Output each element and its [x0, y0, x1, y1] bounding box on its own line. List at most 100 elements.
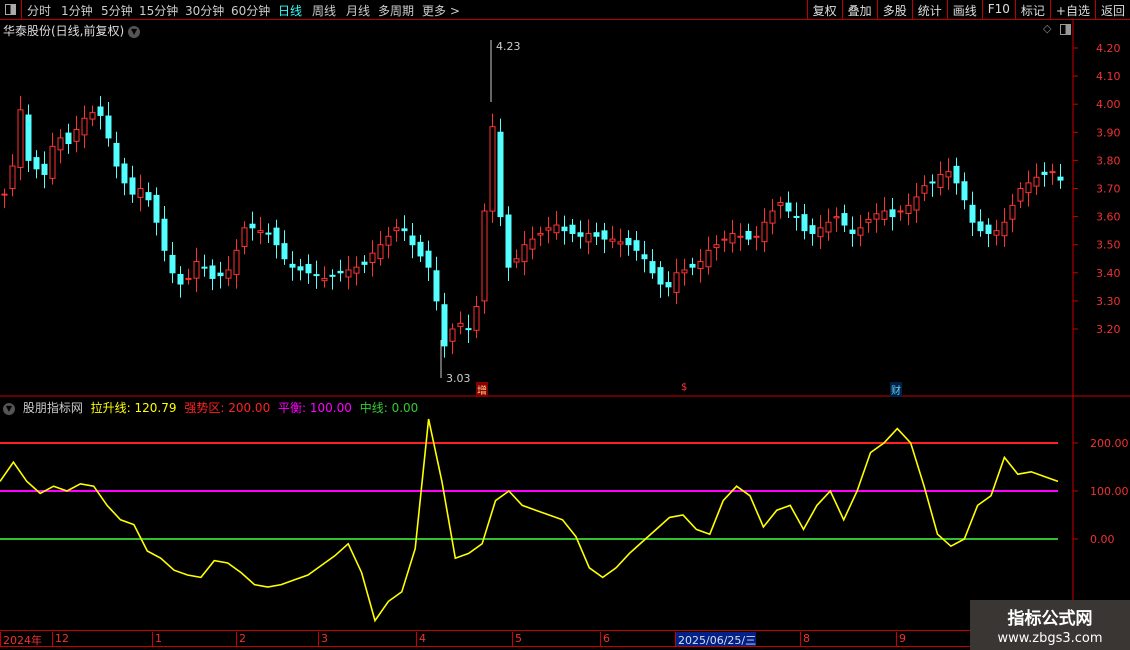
candle — [961, 181, 968, 201]
candle — [689, 263, 696, 268]
candle — [385, 235, 392, 246]
candle — [177, 273, 184, 285]
candle — [817, 227, 824, 238]
candle — [649, 261, 656, 274]
candle — [1041, 171, 1048, 175]
candle — [409, 235, 416, 246]
candle — [585, 232, 592, 243]
date-label: 12 — [52, 632, 69, 646]
candle — [577, 232, 584, 237]
date-label: 9 — [896, 632, 906, 646]
candle — [401, 228, 408, 232]
candle — [905, 204, 912, 214]
candle — [737, 235, 744, 238]
candle — [121, 163, 128, 184]
candle — [193, 261, 200, 279]
candle — [953, 165, 960, 184]
candle — [305, 263, 312, 274]
date-label: 6 — [600, 632, 610, 646]
candle — [313, 274, 320, 277]
candle — [225, 269, 232, 279]
chart-canvas[interactable]: 4.20 4.10 4.00 3.90 3.80 3.70 3.60 3.50 3.40 3.30… — [0, 0, 1130, 650]
candle — [641, 254, 648, 260]
candle — [521, 244, 528, 263]
event-marker-dollar[interactable]: $ — [680, 382, 688, 393]
candle — [553, 224, 560, 234]
candle — [1049, 171, 1056, 174]
candle — [609, 238, 616, 242]
candle — [1057, 176, 1064, 181]
candle — [81, 117, 88, 136]
candle — [721, 238, 728, 241]
candle — [73, 128, 80, 142]
candle — [937, 173, 944, 189]
candle — [257, 230, 264, 234]
candle — [665, 282, 672, 288]
candle — [785, 202, 792, 212]
indicator-name[interactable]: 股朋指标网 — [23, 401, 83, 415]
candle — [161, 218, 168, 251]
lashengxian-line — [0, 418, 1059, 623]
candle — [945, 171, 952, 178]
candle — [617, 241, 624, 245]
indicator-tick-label: 100.00 — [1090, 485, 1129, 498]
price-tick-label: 3.40 — [1096, 267, 1121, 280]
event-marker-increase[interactable]: 增 — [476, 382, 488, 397]
candle — [233, 249, 240, 276]
candle — [969, 204, 976, 223]
event-marker-finance[interactable]: 财 — [890, 382, 902, 397]
candle — [217, 272, 224, 277]
price-tick-label: 3.50 — [1096, 239, 1121, 252]
watermark-title: 指标公式网 — [1007, 609, 1093, 629]
candle — [1, 193, 8, 196]
candle — [201, 266, 208, 269]
candle — [89, 112, 96, 120]
legend-pingheng: 平衡: 100.00 — [278, 401, 352, 415]
high-price-label: 4.23 — [496, 40, 521, 53]
candle — [769, 210, 776, 224]
candle — [361, 261, 368, 265]
candle — [481, 210, 488, 302]
legend-qiangshiqu: 强势区: 200.00 — [184, 401, 271, 415]
candle — [145, 192, 152, 201]
candle — [889, 209, 896, 218]
candle — [209, 265, 216, 279]
candle — [49, 145, 56, 179]
candle — [593, 232, 600, 237]
candle — [657, 267, 664, 285]
candle — [433, 270, 440, 302]
candle — [569, 224, 576, 234]
candle — [105, 115, 112, 139]
candle — [505, 214, 512, 268]
date-axis: 2024年 12 1 2 3 4 5 6 2025/06/25/三 8 9 — [0, 630, 1073, 647]
date-label: 2025/06/25/三 — [675, 632, 757, 647]
candle — [337, 270, 344, 274]
candle — [241, 227, 248, 248]
candle — [545, 227, 552, 231]
candle — [681, 269, 688, 274]
candle — [1017, 188, 1024, 202]
candle — [633, 240, 640, 251]
candle — [329, 274, 336, 277]
candle — [17, 109, 24, 168]
candle — [185, 277, 192, 280]
candle — [441, 304, 448, 347]
candle — [809, 225, 816, 234]
candle — [425, 250, 432, 268]
watermark: 指标公式网 www.zbgs3.com — [970, 600, 1130, 650]
candle — [489, 126, 496, 212]
candle — [345, 269, 352, 278]
legend-lashengxian: 拉升线: 120.79 — [90, 401, 177, 415]
candle — [729, 232, 736, 244]
candle — [913, 196, 920, 211]
candle — [713, 244, 720, 249]
dropdown-icon[interactable]: ▼ — [3, 402, 15, 415]
candle — [625, 237, 632, 246]
candle — [865, 218, 872, 223]
candle — [33, 157, 40, 170]
price-tick-label: 3.20 — [1096, 323, 1121, 336]
candle — [513, 258, 520, 263]
candle — [273, 227, 280, 246]
candle — [881, 210, 888, 220]
candle — [841, 213, 848, 226]
